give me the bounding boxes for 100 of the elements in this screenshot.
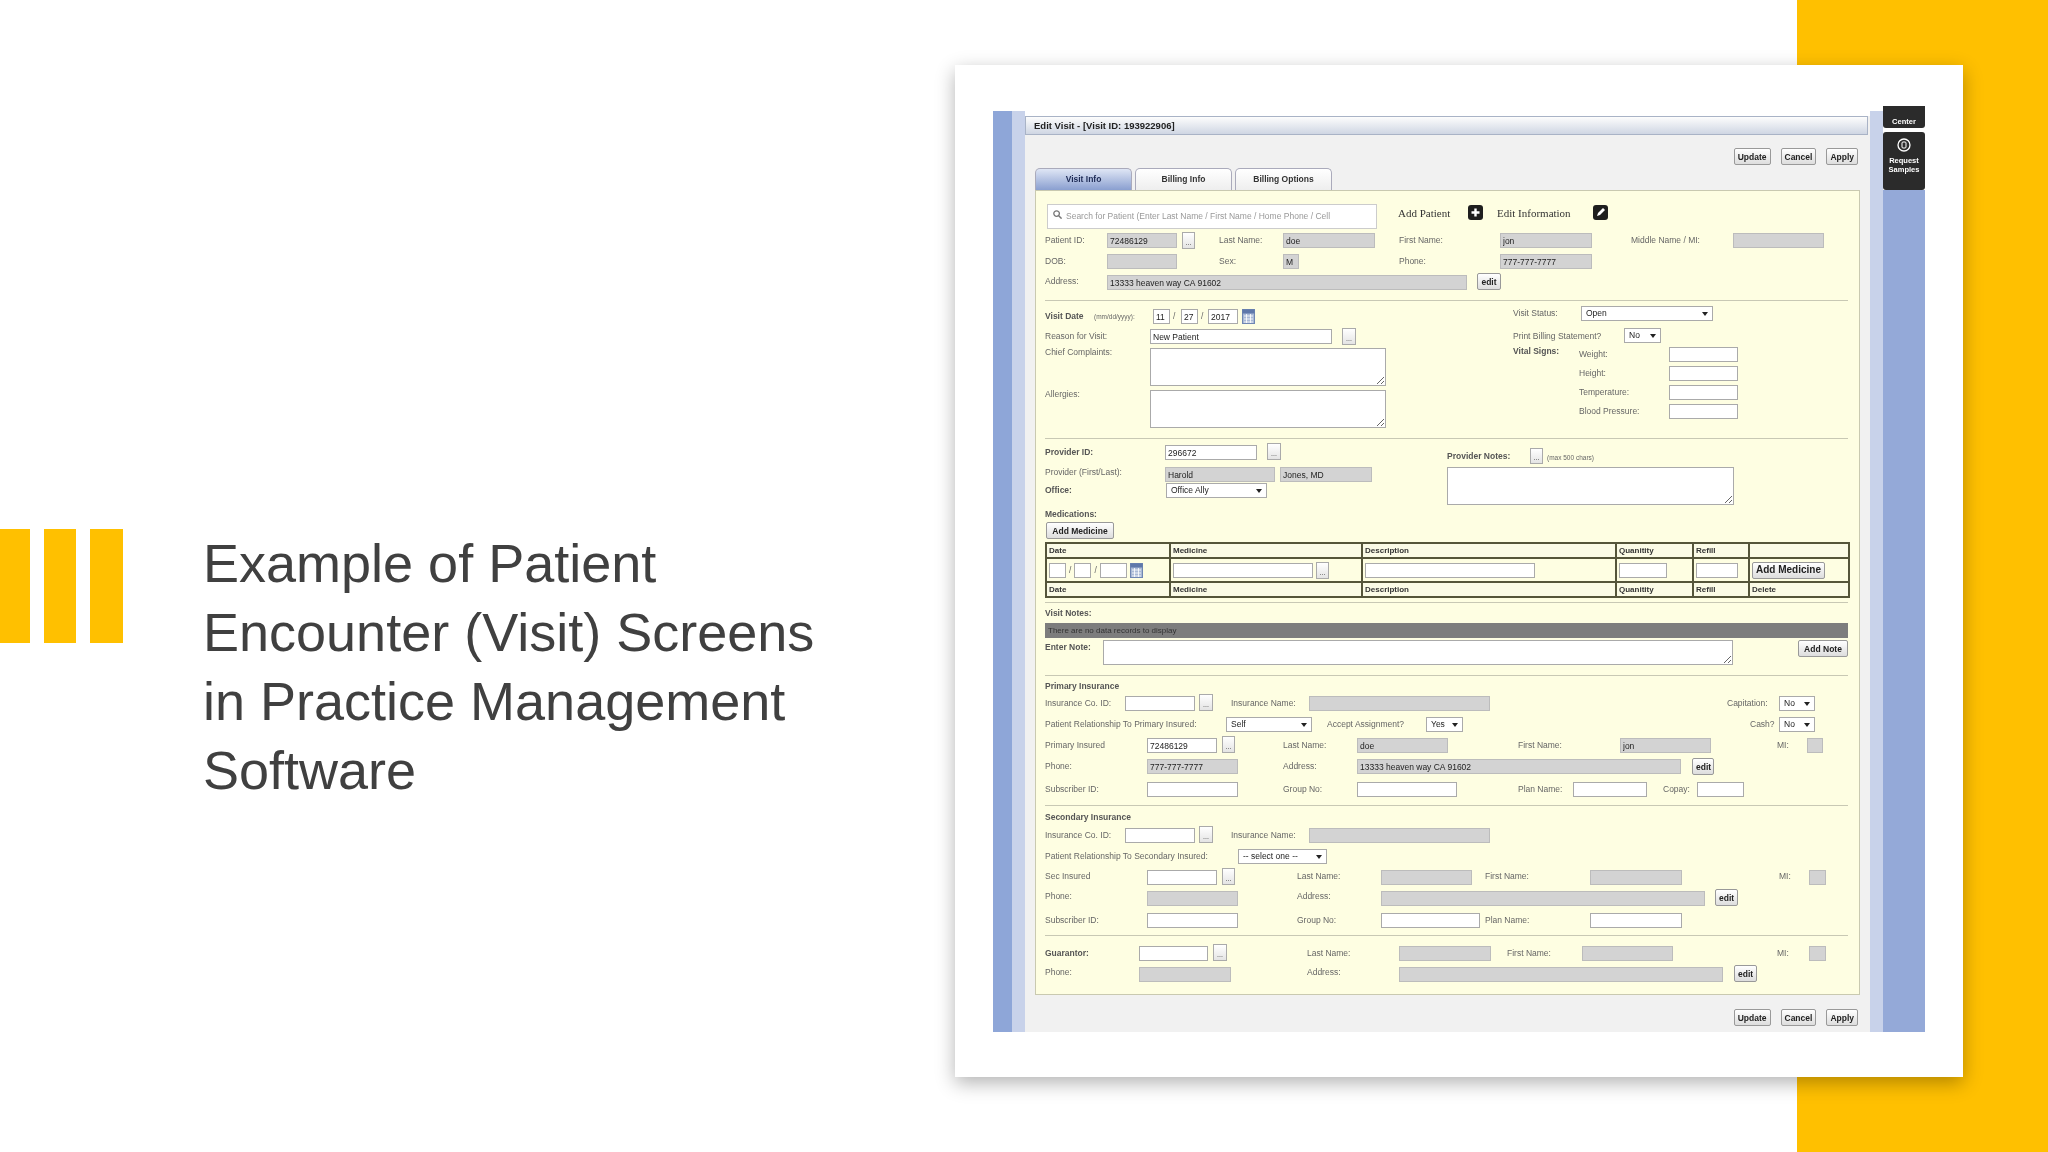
readonly-field[interactable] (1809, 870, 1826, 885)
readonly-field[interactable] (1807, 738, 1823, 753)
field-label: Patient Relationship To Primary Insured: (1045, 718, 1197, 731)
field-label: Reason for Visit: (1045, 330, 1108, 343)
search-field[interactable]: Search for Patient (Enter Last Name / First Name / Home Phone / Cell (1047, 203, 1377, 229)
dropdown[interactable]: Yes (1426, 717, 1463, 732)
text-area[interactable] (1150, 348, 1386, 386)
input-field[interactable]: 296672 (1165, 445, 1257, 460)
form-button[interactable]: Cancel (1780, 148, 1817, 165)
field-label: Insurance Co. ID: (1045, 829, 1112, 842)
slide-title: Example of Patient Encounter (Visit) Screens in Practice Management Software (203, 532, 815, 802)
readonly-field[interactable]: 72486129 (1107, 233, 1177, 248)
readonly-field[interactable]: 13333 heaven way CA 91602 (1357, 759, 1681, 774)
readonly-field[interactable] (1590, 870, 1682, 885)
pencil-icon[interactable] (1593, 205, 1608, 220)
readonly-field[interactable]: doe (1283, 233, 1375, 248)
text-area[interactable] (1447, 467, 1734, 505)
input-field[interactable] (1147, 870, 1217, 885)
readonly-field[interactable] (1381, 870, 1472, 885)
input-field[interactable] (1697, 782, 1744, 797)
readonly-field[interactable] (1381, 891, 1705, 906)
field-label: Cash? (1750, 718, 1775, 731)
input-field[interactable]: 27 (1181, 309, 1198, 324)
action-link[interactable]: Edit Information (1497, 204, 1571, 219)
form-button[interactable]: Update (1733, 148, 1771, 165)
dropdown[interactable]: Open (1581, 306, 1713, 321)
plus-icon[interactable] (1468, 205, 1483, 220)
column-header: Refill (1693, 543, 1749, 558)
readonly-field[interactable] (1809, 946, 1826, 961)
input-field[interactable] (1139, 946, 1208, 961)
input-field[interactable] (1049, 562, 1066, 578)
action-link[interactable]: Add Patient (1398, 204, 1451, 219)
readonly-field[interactable] (1733, 233, 1824, 248)
calendar-icon[interactable] (1129, 562, 1143, 578)
field-label: Patient Relationship To Secondary Insured: (1045, 850, 1208, 863)
readonly-field[interactable] (1147, 891, 1238, 906)
form-button[interactable]: Add Medicine (1752, 561, 1825, 579)
text-area[interactable] (1103, 640, 1733, 665)
readonly-field[interactable] (1139, 967, 1231, 982)
readonly-field[interactable]: Jones, MD (1280, 467, 1372, 482)
tab[interactable]: Billing Options (1235, 168, 1332, 190)
readonly-field[interactable] (1309, 828, 1490, 843)
input-field[interactable] (1147, 782, 1238, 797)
input-field[interactable] (1573, 782, 1647, 797)
dropdown[interactable]: Self (1226, 717, 1312, 732)
form-button[interactable]: Apply (1826, 1009, 1858, 1026)
input-field[interactable] (1125, 696, 1195, 711)
input-field[interactable] (1590, 913, 1682, 928)
form-button[interactable]: Apply (1826, 148, 1858, 165)
input-field[interactable] (1669, 404, 1738, 419)
input-field[interactable] (1669, 385, 1738, 400)
text-area[interactable] (1150, 390, 1386, 428)
input-field[interactable] (1125, 828, 1195, 843)
input-field[interactable]: 11 (1153, 309, 1170, 324)
input-field[interactable] (1381, 913, 1480, 928)
input-field[interactable] (1173, 562, 1313, 578)
input-field[interactable] (1669, 347, 1738, 362)
readonly-field[interactable]: 777-777-7777 (1500, 254, 1592, 269)
input-field[interactable] (1099, 562, 1127, 578)
readonly-field[interactable]: jon (1620, 738, 1711, 753)
field-label: Middle Name / MI: (1631, 234, 1700, 247)
input-field[interactable] (1074, 562, 1092, 578)
input-field[interactable] (1147, 913, 1238, 928)
form-button[interactable]: edit (1734, 965, 1757, 982)
input-field[interactable]: 2017 (1208, 309, 1238, 324)
input-field[interactable] (1619, 562, 1667, 578)
dropdown[interactable]: Office Ally (1166, 483, 1267, 498)
readonly-field[interactable] (1582, 946, 1673, 961)
dropdown[interactable]: No (1624, 328, 1661, 343)
input-field[interactable] (1365, 562, 1535, 578)
form-button[interactable]: edit (1477, 273, 1501, 290)
field-label: First Name: (1507, 947, 1551, 960)
readonly-field[interactable] (1309, 696, 1490, 711)
form-button[interactable]: Update (1733, 1009, 1771, 1026)
readonly-field[interactable]: M (1283, 254, 1299, 269)
dropdown[interactable]: No (1779, 696, 1815, 711)
readonly-field[interactable]: Harold (1165, 467, 1275, 482)
calendar-icon[interactable] (1242, 309, 1255, 324)
form-button[interactable]: Add Note (1798, 640, 1848, 657)
tab[interactable]: Visit Info (1035, 168, 1132, 190)
form-button[interactable]: Add Medicine (1046, 522, 1114, 539)
input-field[interactable] (1696, 562, 1738, 578)
readonly-field[interactable] (1399, 946, 1491, 961)
form-button[interactable]: edit (1715, 889, 1738, 906)
dropdown[interactable]: -- select one -- (1238, 849, 1327, 864)
tab[interactable]: Billing Info (1135, 168, 1232, 190)
input-field[interactable]: New Patient (1150, 329, 1332, 344)
readonly-field[interactable]: doe (1357, 738, 1448, 753)
field-label: MI: (1777, 947, 1789, 960)
input-field[interactable] (1357, 782, 1457, 797)
readonly-field[interactable] (1399, 967, 1723, 982)
dropdown[interactable]: No (1779, 717, 1815, 732)
form-button[interactable]: edit (1692, 758, 1714, 775)
readonly-field[interactable] (1107, 254, 1177, 269)
input-field[interactable]: 72486129 (1147, 738, 1217, 753)
readonly-field[interactable]: 777-777-7777 (1147, 759, 1238, 774)
form-button[interactable]: Cancel (1780, 1009, 1817, 1026)
readonly-field[interactable]: 13333 heaven way CA 91602 (1107, 275, 1467, 290)
input-field[interactable] (1669, 366, 1738, 381)
readonly-field[interactable]: jon (1500, 233, 1592, 248)
